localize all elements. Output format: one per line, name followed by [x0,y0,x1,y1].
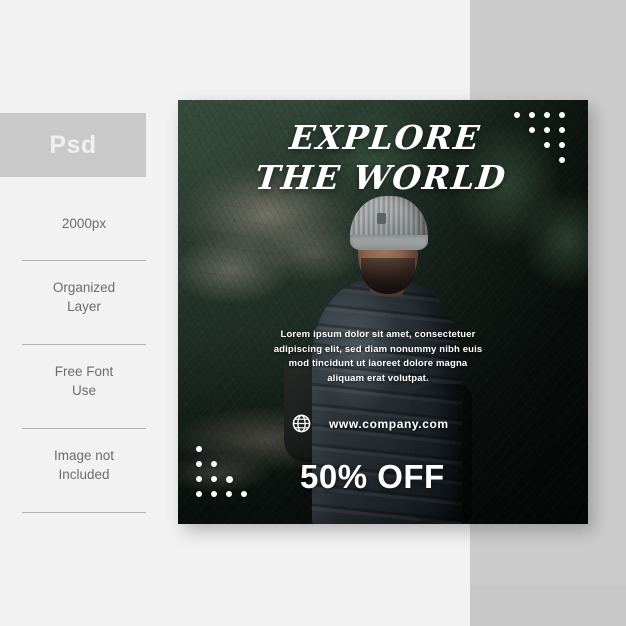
feature-divider [22,512,146,513]
mockup-preview: Psd 2000px Organized Layer Free Font Use… [0,0,626,626]
dot [196,476,202,482]
dot-blank [226,461,232,467]
poster-card: EXPLORE THE WORLD Lorem ipsum dolor sit … [178,100,588,524]
dot [544,112,550,118]
dot [559,157,565,163]
feature-item-size: 2000px [0,208,168,260]
dot [559,142,565,148]
dot-blank [514,127,520,133]
feature-item-free-font: Free Font Use [0,345,168,428]
dot [226,476,233,483]
poster-body-copy: Lorem ipsum dolor sit amet, consectetuer… [273,329,483,384]
dot [211,461,217,467]
feature-label-line2: Layer [67,299,101,314]
dot-blank [241,446,247,452]
globe-icon [292,414,311,433]
dot [529,112,535,118]
dot-blank [529,157,535,163]
info-sidebar: Psd 2000px Organized Layer Free Font Use… [0,0,170,626]
dot [559,127,565,133]
dot [559,112,565,118]
feature-label-line1: Free Font [54,364,114,379]
dot-pattern-bottom-left [196,446,256,506]
feature-label: 2000px [61,216,107,231]
dot [196,491,202,497]
feature-item-organized-layer: Organized Layer [0,261,168,344]
feature-label-line2: Use [71,383,96,398]
dot [529,127,535,133]
dot [544,142,550,148]
feature-list: 2000px Organized Layer Free Font Use Ima… [0,208,168,513]
psd-badge-label: Psd [49,130,97,159]
dot-blank [544,157,550,163]
dot-blank [241,476,247,482]
dot-blank [226,446,232,452]
dot [241,491,247,497]
dot [226,491,232,497]
dot-blank [211,446,217,452]
dot-blank [529,142,535,148]
feature-label-line1: Image not [53,448,115,463]
dot [211,476,217,482]
psd-badge: Psd [0,113,146,177]
background-panel-bottom [470,585,626,626]
website-row: www.company.com [292,414,502,433]
dot [196,446,202,452]
dot-pattern-top-right [514,112,574,172]
dot [544,127,550,133]
dot-blank [241,461,247,467]
dot [196,461,202,467]
feature-item-image-not-included: Image not Included [0,429,168,512]
dot-blank [514,157,520,163]
dot [211,491,217,497]
poster-canvas: EXPLORE THE WORLD Lorem ipsum dolor sit … [178,100,588,524]
dot [514,112,520,118]
feature-label-line2: Included [58,467,110,482]
feature-label-line1: Organized [52,280,116,295]
website-url: www.company.com [329,416,449,431]
dot-blank [514,142,520,148]
